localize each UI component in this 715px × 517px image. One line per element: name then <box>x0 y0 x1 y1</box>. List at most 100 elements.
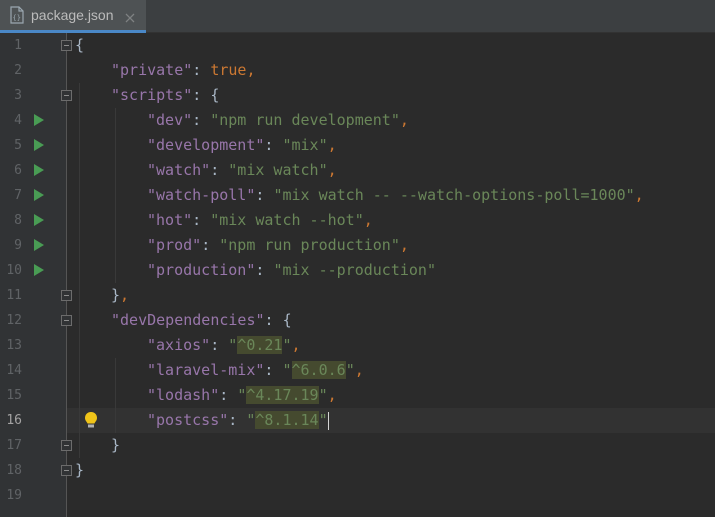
code-token: "mix watch -- --watch-options-poll=1000" <box>273 186 635 204</box>
code-token: , <box>363 211 373 229</box>
code-token: "private" <box>111 61 193 79</box>
code-line[interactable]: } <box>75 458 84 483</box>
code-token: " <box>282 336 292 354</box>
code-line[interactable]: "lodash": "^4.17.19", <box>147 383 337 408</box>
code-token: , <box>291 336 301 354</box>
code-line[interactable]: } <box>111 433 120 458</box>
code-token: "prod" <box>147 236 202 254</box>
code-line[interactable]: "private": true, <box>111 58 256 83</box>
code-line[interactable]: "development": "mix", <box>147 133 337 158</box>
fold-marker-icon[interactable] <box>61 90 72 101</box>
code-line[interactable]: "watch": "mix watch", <box>147 158 337 183</box>
code-line[interactable]: "prod": "npm run production", <box>147 233 409 258</box>
code-token: : <box>192 211 211 229</box>
line-number: 3 <box>14 88 22 103</box>
fold-marker-icon[interactable] <box>61 440 72 451</box>
code-token: " <box>318 386 328 404</box>
code-token: : <box>219 386 238 404</box>
fold-marker-icon[interactable] <box>61 290 72 301</box>
code-token: , <box>327 136 337 154</box>
code-token: "laravel-mix" <box>147 361 265 379</box>
code-line[interactable]: "hot": "mix watch --hot", <box>147 208 373 233</box>
code-token: } <box>75 461 85 479</box>
code-line[interactable]: "postcss": "^8.1.14" <box>147 408 329 433</box>
line-number: 1 <box>14 38 22 53</box>
code-token: ^8.1.14 <box>255 411 319 429</box>
line-number: 14 <box>6 363 22 378</box>
code-token: : <box>210 336 229 354</box>
code-token: : <box>264 136 283 154</box>
run-triangle-icon[interactable] <box>34 139 44 151</box>
json-file-icon: {} <box>9 6 25 24</box>
close-icon[interactable] <box>124 9 136 23</box>
line-number: 5 <box>14 138 22 153</box>
code-token: "npm run production" <box>219 236 400 254</box>
code-token: "development" <box>147 136 265 154</box>
code-token: "mix --production" <box>273 261 436 279</box>
line-number: 4 <box>14 113 22 128</box>
run-triangle-icon[interactable] <box>34 164 44 176</box>
code-line[interactable]: "watch-poll": "mix watch -- --watch-opti… <box>147 183 644 208</box>
editor-gutter[interactable]: 1 2 3 4 5 6 7 8 9 10 11 12 13 14 15 16 17 18 19 <box>0 33 67 517</box>
line-number: 2 <box>14 63 22 78</box>
indent-guide <box>79 83 80 458</box>
editor-tab-bar: {} package.json <box>0 0 715 33</box>
code-token: "mix watch" <box>228 161 328 179</box>
code-line[interactable]: "axios": "^0.21", <box>147 333 301 358</box>
code-line[interactable]: }, <box>111 283 129 308</box>
run-triangle-icon[interactable] <box>34 264 44 276</box>
code-line[interactable]: { <box>75 33 84 58</box>
run-triangle-icon[interactable] <box>34 189 44 201</box>
code-line[interactable]: "production": "mix --production" <box>147 258 436 283</box>
line-number: 11 <box>6 288 22 303</box>
code-line[interactable]: "scripts": { <box>111 83 219 108</box>
code-token: " <box>345 361 355 379</box>
code-token: " <box>237 386 247 404</box>
code-token: : { <box>192 86 220 104</box>
code-token: , <box>246 61 256 79</box>
code-token: " <box>282 361 292 379</box>
code-token: , <box>399 111 409 129</box>
code-token: "lodash" <box>147 386 220 404</box>
code-token: "production" <box>147 261 256 279</box>
run-triangle-icon[interactable] <box>34 239 44 251</box>
code-token: , <box>634 186 644 204</box>
intention-bulb-icon[interactable] <box>83 411 99 429</box>
fold-marker-icon[interactable] <box>61 465 72 476</box>
svg-text:{}: {} <box>13 14 21 22</box>
code-token: "postcss" <box>147 411 229 429</box>
code-token: : <box>192 111 211 129</box>
tab-package-json[interactable]: {} package.json <box>0 0 146 33</box>
tab-label: package.json <box>31 7 114 23</box>
run-triangle-icon[interactable] <box>34 214 44 226</box>
code-token: "scripts" <box>111 86 193 104</box>
code-token: : <box>228 411 247 429</box>
code-token: : <box>210 161 229 179</box>
code-token: true <box>210 61 247 79</box>
text-caret <box>327 411 329 430</box>
code-token: : <box>255 186 274 204</box>
fold-marker-icon[interactable] <box>61 40 72 51</box>
ide-window: {} package.json 1 2 3 4 5 6 7 8 9 10 11 12 13 14 15 16 1… <box>0 0 715 517</box>
code-token: "npm run development" <box>210 111 400 129</box>
code-token: "mix" <box>282 136 328 154</box>
code-line[interactable]: "dev": "npm run development", <box>147 108 409 133</box>
indent-guide <box>115 108 116 283</box>
fold-marker-icon[interactable] <box>61 315 72 326</box>
code-line[interactable]: "laravel-mix": "^6.0.6", <box>147 358 364 383</box>
code-editor[interactable]: {"private": true, "scripts": {"dev": "npm… <box>67 33 715 517</box>
line-number: 18 <box>6 463 22 478</box>
line-number: 6 <box>14 163 22 178</box>
code-token: " <box>318 411 328 429</box>
run-triangle-icon[interactable] <box>34 114 44 126</box>
code-token: ^0.21 <box>237 336 283 354</box>
code-line[interactable]: "devDependencies": { <box>111 308 292 333</box>
line-number: 7 <box>14 188 22 203</box>
line-number: 12 <box>6 313 22 328</box>
code-token: { <box>75 36 85 54</box>
code-token: "watch" <box>147 161 211 179</box>
indent-guide <box>115 358 116 433</box>
code-token: "mix watch --hot" <box>210 211 364 229</box>
line-number: 17 <box>6 438 22 453</box>
code-token: : <box>255 261 274 279</box>
